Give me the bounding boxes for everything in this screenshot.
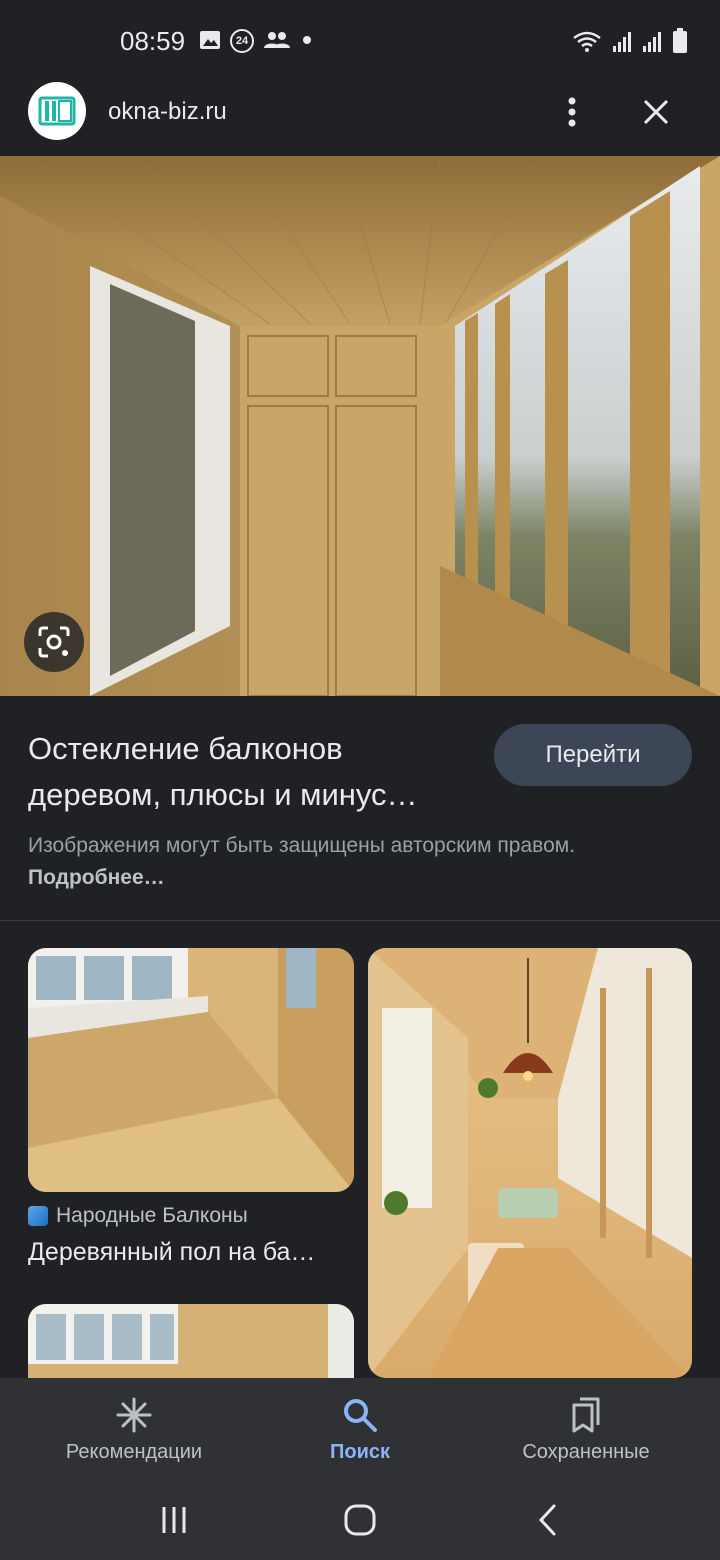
nav-label: Рекомендации — [65, 1440, 203, 1463]
image-icon — [200, 31, 220, 49]
search-icon — [344, 1398, 377, 1432]
signal-icon — [613, 32, 631, 52]
result-title[interactable]: Остекление балконов деревом, плюсы и мин… — [28, 726, 478, 818]
viewer-header: okna-biz.ru — [0, 80, 720, 156]
signal-icon — [643, 32, 661, 52]
battery-icon — [673, 28, 687, 53]
lens-search-button[interactable] — [24, 612, 84, 672]
home-icon — [344, 1504, 376, 1536]
visit-button[interactable]: Перейти — [494, 724, 692, 786]
recents-icon — [162, 1507, 186, 1533]
related-image-3 — [28, 1304, 354, 1378]
more-options-button[interactable] — [552, 86, 592, 138]
related-image-card[interactable] — [28, 948, 354, 1192]
copyright-note: Изображения могут быть защищены авторски… — [28, 830, 628, 894]
bottom-nav: Рекомендации Поиск Сохраненные — [0, 1378, 720, 1480]
divider — [0, 920, 720, 921]
site-name[interactable]: okna-biz.ru — [108, 98, 227, 126]
more-link[interactable]: Подробнее… — [28, 866, 165, 889]
related-title[interactable]: Деревянный пол на ба… — [28, 1238, 348, 1267]
lens-icon — [38, 626, 70, 658]
balcony-photo — [0, 156, 720, 696]
site-logo[interactable] — [28, 82, 86, 140]
back-button[interactable] — [518, 1498, 578, 1542]
status-right — [572, 28, 688, 54]
related-image-card[interactable] — [368, 948, 692, 1378]
nav-label: Сохраненные — [522, 1440, 650, 1463]
related-image-card[interactable] — [28, 1304, 354, 1378]
nav-saved[interactable]: Сохраненные — [466, 1378, 706, 1480]
home-button[interactable] — [330, 1498, 390, 1542]
people-icon — [264, 32, 290, 48]
nav-recommendations[interactable]: Рекомендации — [14, 1378, 254, 1480]
asterisk-icon — [116, 1397, 152, 1432]
system-nav — [0, 1480, 720, 1560]
bookmarks-icon — [572, 1397, 600, 1432]
close-icon — [643, 99, 669, 125]
dot-icon — [303, 36, 311, 44]
source-favicon-icon — [28, 1206, 48, 1226]
window-logo-icon — [38, 96, 76, 126]
main-image[interactable] — [0, 156, 720, 696]
status-bar: 08:59 24 — [0, 0, 720, 80]
related-image-1 — [28, 948, 354, 1192]
status-time: 08:59 — [120, 26, 186, 56]
related-source[interactable]: Народные Балконы — [28, 1204, 248, 1228]
wifi-icon — [573, 31, 601, 52]
copyright-text: Изображения могут быть защищены авторски… — [28, 834, 576, 857]
related-source-name: Народные Балконы — [56, 1204, 248, 1227]
24-badge-icon: 24 — [230, 29, 254, 53]
close-button[interactable] — [634, 86, 678, 138]
recents-button[interactable] — [144, 1498, 204, 1542]
nav-label: Поиск — [329, 1440, 391, 1463]
nav-search[interactable]: Поиск — [240, 1378, 480, 1480]
related-image-2 — [368, 948, 692, 1378]
back-icon — [538, 1504, 556, 1536]
more-vert-icon — [568, 97, 576, 127]
